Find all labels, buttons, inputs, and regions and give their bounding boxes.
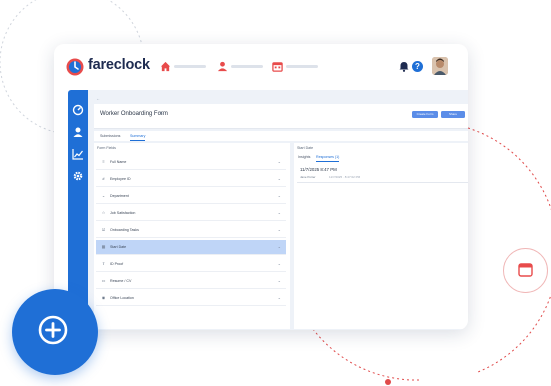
rating-icon: ☆ xyxy=(101,210,106,215)
calendar-icon[interactable] xyxy=(272,61,283,72)
form-fields-label: Form Fields xyxy=(97,146,116,150)
plus-circle-icon xyxy=(38,315,68,345)
home-icon[interactable] xyxy=(160,61,171,72)
document-icon: ▭ xyxy=(101,278,106,283)
field-item-job-satisfaction[interactable]: ☆ Job Satisfaction ⌄ xyxy=(96,206,286,221)
form-tabs: Submissions Summary xyxy=(94,131,468,141)
field-item-start-date[interactable]: ▦ Start Date ⌄ xyxy=(96,240,286,255)
field-item-department[interactable]: ⌄ Department ⌄ xyxy=(96,189,286,204)
upload-icon: ⇪ xyxy=(101,261,106,266)
calendar-icon: ▦ xyxy=(101,244,106,249)
location-icon: ◉ xyxy=(101,295,106,300)
help-icon[interactable]: ? xyxy=(412,61,423,72)
response-timestamp: 11/7/2025 · 8:47:02 PM xyxy=(329,175,361,179)
window-icon xyxy=(518,263,533,277)
form-header: Worker Onboarding Form ✎ Create Form Sha… xyxy=(94,104,468,129)
app-window: fareclock ? ← Worker Onboarding Form ✎ C… xyxy=(54,44,468,330)
pencil-icon[interactable]: ✎ xyxy=(159,111,163,117)
responses-panel: Start Date Insights Responses (1) 11/7/2… xyxy=(294,143,468,329)
checklist-icon: ☑ xyxy=(101,227,106,232)
responses-field-label: Start Date xyxy=(297,146,314,150)
dashboard-icon[interactable] xyxy=(72,104,84,116)
id-icon: # xyxy=(102,176,105,181)
chevron-down-icon[interactable]: ⌄ xyxy=(278,159,281,164)
form-title: Worker Onboarding Form xyxy=(100,111,168,117)
deco-dot xyxy=(385,379,391,385)
text-icon: ≡ xyxy=(102,159,105,164)
user-icon[interactable] xyxy=(217,61,228,72)
back-arrow-icon[interactable]: ← xyxy=(96,96,100,101)
chevron-down-icon[interactable]: ⌄ xyxy=(278,244,281,249)
chevron-down-icon[interactable]: ⌄ xyxy=(278,295,281,300)
dropdown-icon: ⌄ xyxy=(101,193,106,198)
create-form-button[interactable]: Create Form xyxy=(412,111,438,118)
field-item-employee-id[interactable]: # Employee ID ⌄ xyxy=(96,172,286,187)
form-fields-panel: Form Fields ≡ Full Name ⌄ # Employee ID ⌄ ⌄ D… xyxy=(94,143,290,329)
chevron-down-icon[interactable]: ⌄ xyxy=(278,227,281,232)
response-time: 11/7/2025 8:47 PM xyxy=(300,167,337,172)
tab-insights[interactable]: Insights xyxy=(298,154,310,161)
chevron-down-icon[interactable]: ⌄ xyxy=(278,176,281,181)
tab-summary[interactable]: Summary xyxy=(130,132,146,141)
sidebar xyxy=(68,90,88,322)
response-name: Jane Porter xyxy=(300,175,316,179)
nav-home-label-placeholder[interactable] xyxy=(174,65,206,68)
fareclock-logo xyxy=(66,58,84,76)
chevron-down-icon[interactable]: ⌄ xyxy=(278,261,281,266)
tab-submissions[interactable]: Submissions xyxy=(100,132,120,140)
avatar[interactable] xyxy=(432,57,448,75)
nav-user-label-placeholder[interactable] xyxy=(231,65,263,68)
field-item-resume-cv[interactable]: ▭ Resume / CV ⌄ xyxy=(96,274,286,289)
field-item-office-location[interactable]: ◉ Office Location ⌄ xyxy=(96,291,286,306)
field-item-id-proof[interactable]: ⇪ ID Proof ⌄ xyxy=(96,257,286,272)
field-item-onboarding-tasks[interactable]: ☑ Onboarding Tasks ⌄ xyxy=(96,223,286,238)
floating-window-button[interactable] xyxy=(503,248,548,293)
field-item-full-name[interactable]: ≡ Full Name ⌄ xyxy=(96,155,286,170)
tab-responses[interactable]: Responses (1) xyxy=(316,154,340,162)
share-button[interactable]: Share xyxy=(441,111,465,118)
bell-icon[interactable] xyxy=(399,61,409,72)
chevron-down-icon[interactable]: ⌄ xyxy=(278,278,281,283)
chart-icon[interactable] xyxy=(72,148,84,160)
response-entry[interactable]: 11/7/2025 8:47 PM Jane Porter 11/7/2025 … xyxy=(297,165,468,183)
main-content: ← Worker Onboarding Form ✎ Create Form S… xyxy=(88,90,468,330)
brand-name: fareclock xyxy=(88,57,150,73)
chevron-down-icon[interactable]: ⌄ xyxy=(278,193,281,198)
gear-icon[interactable] xyxy=(72,170,84,182)
add-button[interactable] xyxy=(12,289,98,375)
chevron-down-icon[interactable]: ⌄ xyxy=(278,210,281,215)
nav-calendar-label-placeholder[interactable] xyxy=(286,65,318,68)
user-icon[interactable] xyxy=(72,126,84,138)
top-bar: fareclock ? xyxy=(54,44,468,90)
